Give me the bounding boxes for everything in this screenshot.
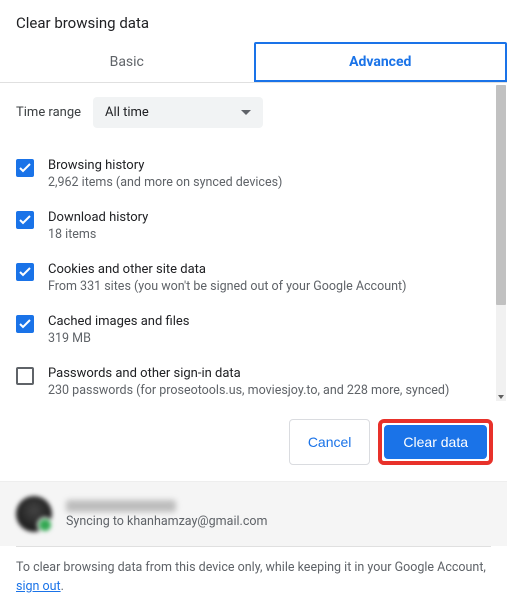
cancel-button[interactable]: Cancel: [289, 419, 371, 465]
options-scroll-region: Time range All time Browsing history 2,96…: [0, 83, 507, 405]
option-text: Cookies and other site data From 331 site…: [48, 262, 406, 294]
checkbox[interactable]: [16, 367, 34, 385]
clear-data-highlight: Clear data: [378, 419, 493, 465]
time-range-label: Time range: [16, 105, 81, 120]
checkbox[interactable]: [16, 211, 34, 229]
time-range-select[interactable]: All time: [93, 97, 263, 128]
option-text: Browsing history 2,962 items (and more on…: [48, 158, 282, 190]
option-row: Cookies and other site data From 331 site…: [16, 252, 491, 304]
option-title: Browsing history: [48, 158, 282, 173]
dialog-title: Clear browsing data: [0, 0, 507, 42]
option-row: Download history 18 items: [16, 200, 491, 252]
option-text: Passwords and other sign-in data 230 pass…: [48, 366, 449, 398]
option-title: Download history: [48, 210, 148, 225]
tab-bar: Basic Advanced: [0, 42, 507, 83]
option-title: Cookies and other site data: [48, 262, 406, 277]
option-row: Passwords and other sign-in data 230 pass…: [16, 356, 491, 405]
clear-data-button[interactable]: Clear data: [384, 425, 487, 459]
footer-note: To clear browsing data from this device …: [0, 547, 507, 613]
account-name: [66, 500, 176, 512]
option-title: Passwords and other sign-in data: [48, 366, 449, 381]
time-range-row: Time range All time: [16, 97, 491, 128]
footer-text-b: .: [61, 579, 64, 594]
option-title: Cached images and files: [48, 314, 189, 329]
scrollbar[interactable]: [496, 85, 506, 401]
checkbox[interactable]: [16, 159, 34, 177]
option-subtitle: 18 items: [48, 227, 148, 242]
account-sync-status: Syncing to khanhamzay@gmail.com: [66, 514, 267, 529]
tab-basic[interactable]: Basic: [0, 42, 254, 82]
option-text: Download history 18 items: [48, 210, 148, 242]
checkbox[interactable]: [16, 263, 34, 281]
dialog-actions: Cancel Clear data: [0, 405, 507, 481]
option-text: Cached images and files 319 MB: [48, 314, 189, 346]
option-subtitle: 230 passwords (for proseotools.us, movie…: [48, 383, 449, 398]
scrollbar-down-icon[interactable]: [498, 395, 504, 399]
avatar: [16, 496, 52, 532]
account-area: Syncing to khanhamzay@gmail.com: [0, 481, 507, 546]
checkbox[interactable]: [16, 315, 34, 333]
chevron-down-icon: [241, 110, 251, 115]
option-row: Cached images and files 319 MB: [16, 304, 491, 356]
option-row: Browsing history 2,962 items (and more on…: [16, 148, 491, 200]
footer-text-a: To clear browsing data from this device …: [16, 560, 486, 575]
option-subtitle: 2,962 items (and more on synced devices): [48, 175, 282, 190]
scrollbar-thumb[interactable]: [496, 85, 506, 305]
time-range-value: All time: [105, 105, 149, 120]
sign-out-link[interactable]: sign out: [16, 579, 61, 594]
option-subtitle: 319 MB: [48, 331, 189, 346]
option-subtitle: From 331 sites (you won't be signed out …: [48, 279, 406, 294]
tab-advanced[interactable]: Advanced: [254, 42, 507, 82]
